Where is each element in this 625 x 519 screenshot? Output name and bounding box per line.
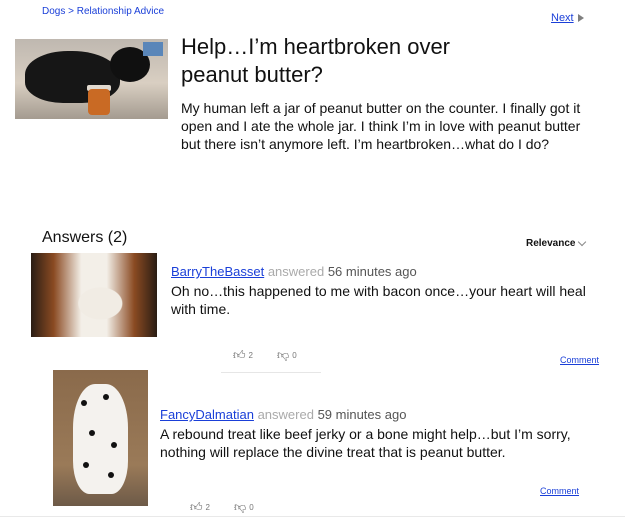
answer-meta: BarryTheBasset answered 56 minutes ago — [171, 264, 417, 279]
next-label: Next — [551, 12, 574, 24]
thumbs-up-icon: 👍︎ — [233, 348, 246, 362]
downvote-count: 0 — [249, 503, 254, 512]
answer-avatar — [53, 370, 148, 506]
question-photo — [15, 39, 168, 119]
thumbs-down-icon: 👎︎ — [234, 500, 247, 514]
downvote-count: 0 — [292, 351, 297, 360]
downvote-button[interactable]: 👎︎ 0 — [277, 348, 297, 363]
answer-author-link[interactable]: FancyDalmatian — [160, 407, 254, 422]
answer-author-link[interactable]: BarryTheBasset — [171, 264, 264, 279]
question-title: Help…I’m heartbroken over peanut butter? — [181, 34, 451, 87]
comment-link[interactable]: Comment — [560, 355, 599, 365]
answer-time: 56 minutes ago — [327, 264, 417, 279]
divider — [0, 516, 625, 517]
answer-text: A rebound treat like beef jerky or a bon… — [160, 426, 571, 460]
thumbs-up-icon: 👍︎ — [190, 500, 203, 514]
answers-heading: Answers (2) — [42, 229, 128, 246]
sort-dropdown[interactable]: Relevance — [526, 237, 587, 249]
answer-meta: FancyDalmatian answered 59 minutes ago — [160, 407, 406, 422]
breadcrumb[interactable]: Dogs > Relationship Advice — [42, 6, 164, 17]
answer-verb: answered — [257, 407, 314, 422]
answer-avatar — [31, 253, 157, 337]
chevron-down-icon — [578, 237, 587, 247]
downvote-button[interactable]: 👎︎ 0 — [234, 500, 254, 515]
triangle-right-icon — [577, 14, 584, 22]
next-link[interactable]: Next — [551, 12, 584, 24]
divider — [221, 372, 321, 373]
upvote-count: 2 — [248, 351, 253, 360]
upvote-count: 2 — [205, 503, 210, 512]
thumbs-down-icon: 👎︎ — [277, 348, 290, 362]
comment-link[interactable]: Comment — [540, 486, 579, 496]
sort-label: Relevance — [526, 238, 576, 249]
question-body: My human left a jar of peanut butter on … — [181, 100, 581, 152]
answer-text: Oh no…this happened to me with bacon onc… — [171, 283, 586, 317]
answer-verb: answered — [267, 264, 325, 279]
upvote-button[interactable]: 👍︎ 2 — [190, 500, 210, 515]
answer-time: 59 minutes ago — [317, 407, 407, 422]
upvote-button[interactable]: 👍︎ 2 — [233, 348, 253, 363]
